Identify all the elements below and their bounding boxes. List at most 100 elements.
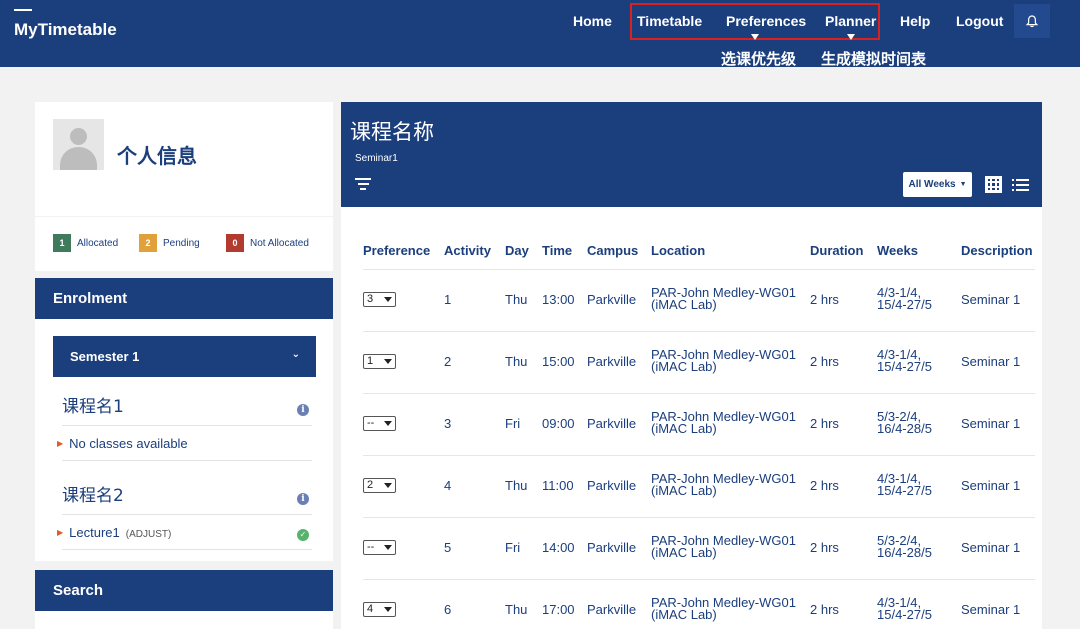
campus-cell: Parkville — [587, 540, 637, 555]
day-cell: Thu — [505, 292, 528, 307]
day-cell: Thu — [505, 354, 528, 369]
check-icon: ✓ — [297, 529, 309, 541]
activity-cell: 5 — [444, 540, 452, 555]
nav-help[interactable]: Help — [900, 0, 930, 42]
preference-value: -- — [367, 541, 375, 553]
activity-cell: 2 — [444, 354, 452, 369]
brand-title[interactable]: MyTimetable — [14, 20, 117, 40]
grid-view-icon[interactable] — [985, 176, 1002, 193]
enrolment-header: Enrolment — [35, 278, 333, 319]
time-cell: 15:00 — [542, 354, 575, 369]
column-header: Campus — [587, 243, 639, 258]
weeks-dropdown[interactable]: All Weeks ▼ — [903, 172, 972, 197]
enrolment-panel: Semester 1 ⌄ 课程名1 i ▶ No classes availabl… — [35, 319, 333, 561]
preference-select[interactable]: -- — [363, 540, 396, 555]
triangle-icon: ▶ — [57, 439, 64, 448]
chevron-down-icon — [384, 359, 392, 364]
menu-dash-icon — [14, 9, 32, 11]
weeks-cell: 15/4-27/5 — [877, 297, 932, 312]
course-class-line[interactable]: ▶ Lecture1 (ADJUST) — [57, 525, 171, 540]
description-cell: Seminar 1 — [961, 478, 1021, 493]
filter-icon[interactable] — [355, 178, 371, 193]
page-subtitle: Seminar1 — [355, 153, 398, 164]
column-header: Day — [505, 243, 529, 258]
semester-toggle[interactable]: Semester 1 ⌄ — [53, 336, 316, 377]
preference-value: 1 — [367, 355, 374, 367]
chevron-down-icon — [384, 607, 392, 612]
chevron-down-icon — [384, 545, 392, 550]
time-cell: 14:00 — [542, 540, 575, 555]
time-cell: 11:00 — [542, 478, 574, 493]
preference-select[interactable]: 1 — [363, 354, 396, 369]
bell-icon — [1026, 14, 1038, 27]
activity-cell: 1 — [444, 292, 452, 307]
campus-cell: Parkville — [587, 478, 637, 493]
activity-cell: 4 — [444, 478, 452, 493]
legend-not-allocated: 0 Not Allocated — [226, 234, 309, 252]
campus-cell: Parkville — [587, 354, 637, 369]
info-icon[interactable]: i — [297, 404, 309, 416]
location-cell: (iMAC Lab) — [651, 483, 717, 498]
weeks-cell: 16/4-28/5 — [877, 421, 932, 436]
nav-logout[interactable]: Logout — [956, 0, 1003, 42]
location-cell: (iMAC Lab) — [651, 607, 717, 622]
duration-cell: 2 hrs — [810, 292, 839, 307]
time-cell: 09:00 — [542, 416, 575, 431]
time-cell: 13:00 — [542, 292, 575, 307]
column-header: Time — [542, 243, 573, 258]
description-cell: Seminar 1 — [961, 292, 1021, 307]
triangle-icon: ▶ — [57, 528, 64, 537]
preference-value: 2 — [367, 479, 374, 491]
column-header: Activity — [444, 243, 491, 258]
activity-cell: 3 — [444, 416, 452, 431]
campus-cell: Parkville — [587, 602, 637, 617]
column-header: Preference — [363, 243, 431, 258]
duration-cell: 2 hrs — [810, 354, 839, 369]
page-title: 课程名称 — [350, 120, 434, 144]
list-view-icon[interactable] — [1012, 179, 1029, 194]
profile-name: 个人信息 — [117, 144, 197, 168]
annotation-planner: 生成模拟时间表 — [821, 50, 927, 68]
search-panel — [35, 611, 333, 629]
day-cell: Thu — [505, 602, 528, 617]
duration-cell: 2 hrs — [810, 602, 839, 617]
nav-home[interactable]: Home — [573, 0, 612, 42]
preference-value: -- — [367, 417, 375, 429]
preference-select[interactable]: -- — [363, 416, 396, 431]
duration-cell: 2 hrs — [810, 540, 839, 555]
activity-table: Preference Activity Day Time Campus Loca… — [341, 207, 1042, 629]
column-header: Duration — [810, 243, 864, 258]
day-cell: Fri — [505, 416, 521, 431]
course-name[interactable]: 课程名1 — [62, 392, 124, 417]
description-cell: Seminar 1 — [961, 602, 1021, 617]
activity-cell: 6 — [444, 602, 452, 617]
campus-cell: Parkville — [587, 292, 637, 307]
description-cell: Seminar 1 — [961, 540, 1021, 555]
profile-card: 个人信息 — [35, 102, 333, 216]
status-legend: 1 Allocated 2 Pending 0 Not Allocated — [35, 217, 333, 271]
location-cell: (iMAC Lab) — [651, 421, 717, 436]
info-icon[interactable]: i — [297, 493, 309, 505]
chevron-down-icon — [384, 297, 392, 302]
course-header: 课程名称 Seminar1 All Weeks ▼ — [341, 102, 1042, 207]
column-header: Weeks — [877, 243, 918, 258]
arrow-icon — [847, 34, 855, 40]
weeks-cell: 15/4-27/5 — [877, 359, 932, 374]
course-class-line: ▶ No classes available — [57, 436, 188, 451]
legend-pending: 2 Pending — [139, 234, 200, 252]
chevron-down-icon: ⌄ — [291, 349, 300, 360]
description-cell: Seminar 1 — [961, 354, 1021, 369]
course-name[interactable]: 课程名2 — [62, 481, 124, 506]
column-header: Description — [961, 243, 1033, 258]
duration-cell: 2 hrs — [810, 416, 839, 431]
time-cell: 17:00 — [542, 602, 575, 617]
duration-cell: 2 hrs — [810, 478, 839, 493]
notification-button[interactable] — [1014, 4, 1050, 38]
preference-select[interactable]: 4 — [363, 602, 396, 617]
description-cell: Seminar 1 — [961, 416, 1021, 431]
preference-select[interactable]: 3 — [363, 292, 396, 307]
preference-select[interactable]: 2 — [363, 478, 396, 493]
preference-value: 3 — [367, 293, 374, 305]
day-cell: Thu — [505, 478, 528, 493]
location-cell: (iMAC Lab) — [651, 297, 717, 312]
